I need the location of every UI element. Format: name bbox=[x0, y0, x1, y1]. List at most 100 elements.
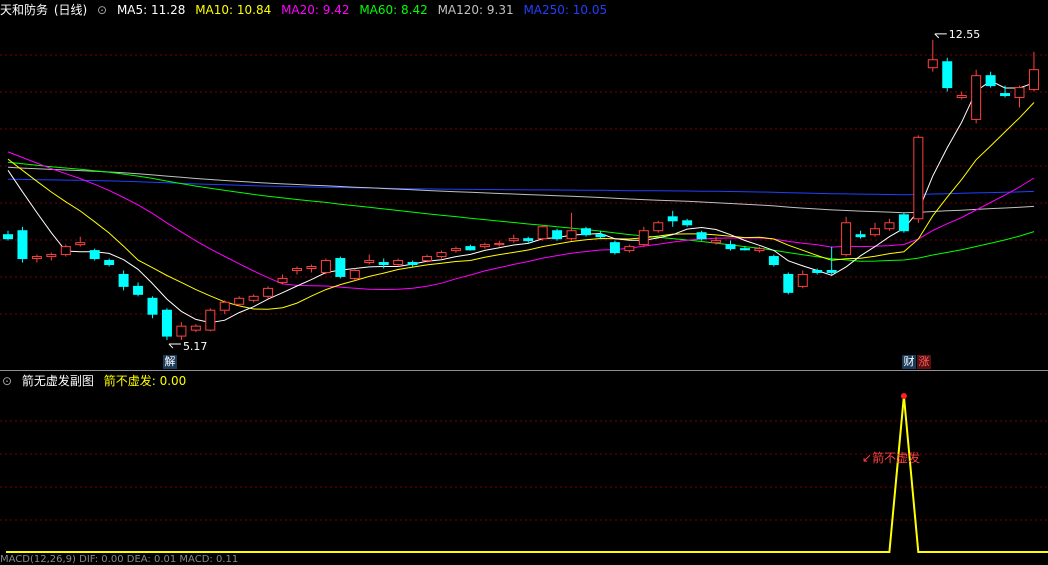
candle bbox=[1014, 85, 1025, 108]
ma250-value: MA250: 10.05 bbox=[523, 3, 608, 17]
collapse-icon-sub[interactable]: ⊙ bbox=[2, 374, 12, 388]
candle bbox=[234, 296, 245, 307]
candle bbox=[205, 308, 216, 332]
next-indicator-header[interactable]: MACD(12,26,9) DIF: 0.00 DEA: 0.01 MACD: … bbox=[0, 555, 1048, 565]
ma-line-ma250 bbox=[7, 178, 1035, 196]
ma-line-ma5 bbox=[7, 80, 1035, 324]
candle bbox=[494, 240, 505, 247]
candle bbox=[1028, 51, 1039, 92]
candle bbox=[465, 244, 476, 251]
candle bbox=[667, 210, 678, 227]
candle-body bbox=[219, 301, 230, 311]
candle-body bbox=[436, 252, 447, 258]
candle bbox=[219, 300, 230, 315]
candle-body bbox=[552, 230, 563, 240]
candle bbox=[783, 272, 794, 295]
candle-body bbox=[335, 258, 346, 277]
candle bbox=[985, 71, 996, 88]
candle-body bbox=[581, 228, 591, 236]
indicator-name[interactable]: 箭无虚发副图 bbox=[22, 374, 94, 388]
candle bbox=[566, 212, 577, 241]
price-chart[interactable]: 12.55 5.17 bbox=[0, 0, 1048, 370]
candle bbox=[913, 135, 924, 223]
ma20-value: MA20: 9.42 bbox=[281, 3, 350, 17]
candle bbox=[31, 254, 42, 263]
tag-cai[interactable]: 财 bbox=[902, 355, 916, 369]
candle bbox=[826, 246, 837, 275]
candle-body bbox=[75, 242, 86, 246]
candle bbox=[609, 240, 620, 255]
candle bbox=[884, 218, 895, 231]
candle-body bbox=[17, 230, 28, 260]
candle bbox=[118, 270, 129, 291]
candle-body bbox=[609, 242, 620, 254]
candle-body bbox=[46, 254, 57, 258]
candle bbox=[17, 226, 28, 263]
candle-body bbox=[624, 246, 635, 252]
candle-body bbox=[1014, 87, 1025, 99]
tag-jie[interactable]: 解 bbox=[163, 355, 177, 369]
candle bbox=[147, 296, 158, 319]
candle bbox=[75, 236, 86, 247]
candle bbox=[523, 236, 534, 243]
candle-body bbox=[667, 216, 678, 222]
candle-body bbox=[870, 228, 880, 236]
candle-body bbox=[783, 273, 794, 293]
candle-body bbox=[523, 238, 534, 242]
high-price-label: 12.55 bbox=[949, 28, 981, 41]
candle bbox=[768, 254, 779, 267]
candle-body bbox=[31, 256, 42, 260]
candle-body bbox=[826, 269, 837, 273]
collapse-icon[interactable]: ⊙ bbox=[97, 3, 107, 17]
candle bbox=[624, 244, 635, 253]
candle bbox=[46, 252, 57, 261]
candle bbox=[682, 218, 693, 227]
candle-body bbox=[292, 267, 302, 271]
candle bbox=[956, 91, 967, 100]
candle bbox=[133, 282, 144, 297]
candle-body bbox=[263, 287, 274, 297]
ma120-value: MA120: 9.31 bbox=[437, 3, 514, 17]
indicator-panel[interactable]: ⊙ 箭无虚发副图 箭不虚发: 0.00 ↙箭不虚发 bbox=[0, 371, 1048, 554]
candle-body bbox=[3, 234, 13, 240]
candle-body bbox=[479, 244, 490, 248]
candle bbox=[638, 226, 649, 247]
candle-body bbox=[927, 59, 938, 69]
candle-body bbox=[494, 242, 505, 246]
candle bbox=[552, 228, 563, 241]
candle-body bbox=[89, 250, 100, 260]
candle-body bbox=[349, 269, 360, 279]
next-indicator-text: MACD(12,26,9) DIF: 0.00 DEA: 0.01 MACD: … bbox=[0, 555, 239, 565]
ma-line-ma10 bbox=[7, 102, 1035, 310]
candle-body bbox=[711, 240, 722, 244]
candle-body bbox=[696, 232, 707, 240]
tag-zhang[interactable]: 涨 bbox=[917, 355, 931, 369]
ma-line-ma20 bbox=[7, 151, 1035, 291]
candle-body bbox=[205, 309, 216, 331]
candle-body bbox=[465, 246, 476, 251]
candle bbox=[479, 242, 490, 249]
candle-body bbox=[60, 246, 71, 256]
candle-body bbox=[595, 234, 606, 238]
main-chart-panel[interactable]: 天和防务 (日线) ⊙ MA5: 11.28 MA10: 10.84 MA20:… bbox=[0, 0, 1048, 370]
candle bbox=[161, 308, 172, 341]
candle bbox=[306, 264, 317, 273]
candle-body bbox=[248, 295, 259, 301]
candle-body bbox=[812, 269, 823, 273]
signal-label-text: 箭不虚发 bbox=[872, 451, 921, 465]
candle-body bbox=[422, 256, 433, 262]
candle bbox=[537, 224, 548, 241]
candle-body bbox=[913, 136, 924, 220]
candle bbox=[407, 260, 418, 267]
candle-body bbox=[841, 222, 852, 256]
ma10-value: MA10: 10.84 bbox=[195, 3, 272, 17]
candle-body bbox=[985, 75, 996, 87]
candle-body bbox=[190, 325, 201, 331]
candle bbox=[841, 216, 852, 257]
candle bbox=[104, 258, 115, 267]
candle-body bbox=[537, 226, 548, 240]
candle bbox=[725, 240, 736, 251]
candle-body bbox=[407, 262, 418, 266]
candle bbox=[508, 234, 519, 243]
stock-name[interactable]: 天和防务 bbox=[0, 3, 48, 17]
